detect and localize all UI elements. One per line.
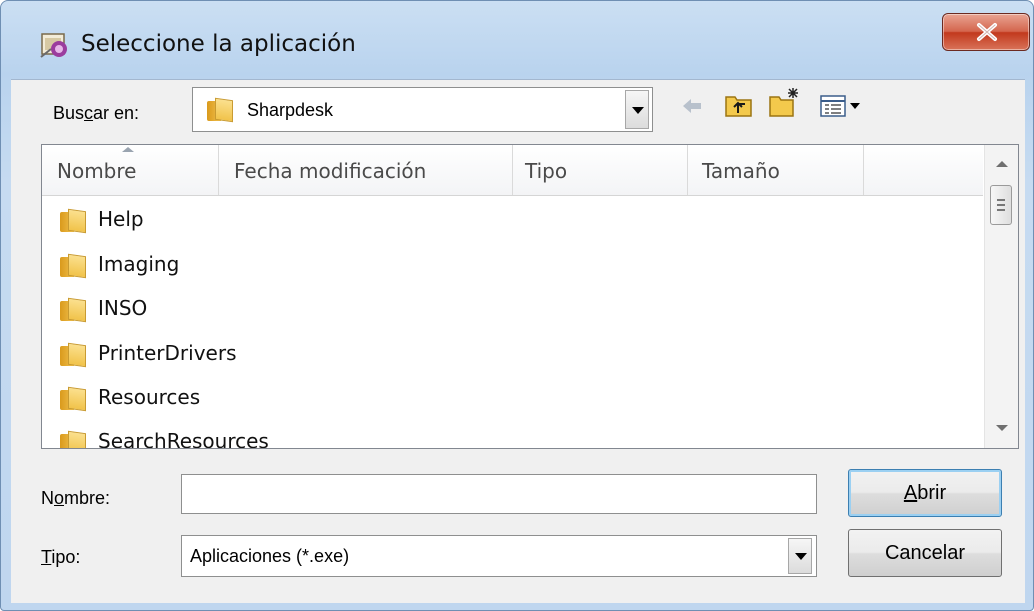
folder-icon [60, 388, 86, 410]
close-icon [977, 23, 997, 41]
open-button-accel: A [903, 482, 918, 504]
close-button[interactable] [942, 13, 1030, 51]
column-header-date-label: Fecha modificación [234, 159, 427, 183]
filename-label: Nombre: [41, 488, 111, 508]
list-item[interactable]: Resources [42, 378, 942, 418]
list-item-label: SearchResources [98, 429, 269, 449]
folder-icon [60, 432, 86, 448]
up-folder-icon[interactable] [724, 92, 754, 118]
list-item-label: Imaging [98, 252, 180, 276]
file-list[interactable]: Nombre Fecha modificación Tipo Tamaño He… [41, 144, 1019, 449]
scroll-thumb[interactable] [990, 185, 1012, 225]
folder-icon [60, 299, 86, 321]
column-header-name[interactable]: Nombre [42, 145, 219, 195]
open-button[interactable]: Abrir [848, 469, 1002, 517]
list-item[interactable]: PrinterDrivers [42, 334, 942, 374]
list-header: Nombre Fecha modificación Tipo Tamaño [42, 145, 983, 196]
column-header-size-label: Tamaño [702, 159, 780, 183]
back-arrow-icon[interactable] [681, 94, 703, 118]
dialog-window: Seleccione la aplicación Buscar en: Shar… [0, 0, 1034, 611]
filename-input[interactable] [181, 474, 817, 514]
lookin-label: Buscar en: [53, 103, 140, 123]
list-item[interactable]: Imaging [42, 245, 942, 285]
list-item-label: Help [98, 207, 144, 231]
folder-icon [207, 99, 233, 121]
app-wizard-icon [40, 33, 67, 58]
column-header-type[interactable]: Tipo [513, 145, 688, 195]
window-title: Seleccione la aplicación [81, 31, 356, 57]
list-item[interactable]: SearchResources [42, 422, 942, 449]
lookin-combobox[interactable]: Sharpdesk [192, 87, 653, 132]
filetype-label: Tipo: [41, 547, 81, 567]
sort-ascending-icon [122, 147, 134, 152]
open-button-label: brir [917, 482, 947, 504]
list-item[interactable]: Help [42, 200, 942, 240]
folder-icon [60, 344, 86, 366]
column-header-type-label: Tipo [525, 159, 568, 183]
lookin-value: Sharpdesk [247, 100, 334, 120]
cancel-button[interactable]: Cancelar [848, 529, 1002, 577]
scroll-up-icon[interactable] [996, 161, 1008, 167]
filetype-combobox[interactable]: Aplicaciones (*.exe) [181, 535, 817, 577]
filetype-value: Aplicaciones (*.exe) [190, 546, 350, 566]
folder-icon [60, 210, 86, 232]
title-bar[interactable]: Seleccione la aplicación [1, 1, 1033, 79]
folder-icon [60, 255, 86, 277]
list-item-label: Resources [98, 385, 201, 409]
column-header-size[interactable]: Tamaño [688, 145, 864, 195]
vertical-scrollbar[interactable] [984, 145, 1018, 448]
list-item[interactable]: INSO [42, 289, 942, 329]
dialog-body: Buscar en: Sharpdesk Nombre Fecha modifi… [11, 79, 1025, 603]
filetype-dropdown-button[interactable] [788, 538, 812, 574]
column-header-date[interactable]: Fecha modificación [219, 145, 513, 195]
list-item-label: INSO [98, 296, 148, 320]
scroll-down-icon[interactable] [996, 425, 1008, 431]
column-header-name-label: Nombre [57, 159, 137, 183]
list-item-label: PrinterDrivers [98, 341, 237, 365]
new-folder-icon[interactable] [768, 86, 802, 118]
lookin-dropdown-button[interactable] [625, 90, 649, 129]
view-menu-icon[interactable] [819, 94, 863, 118]
